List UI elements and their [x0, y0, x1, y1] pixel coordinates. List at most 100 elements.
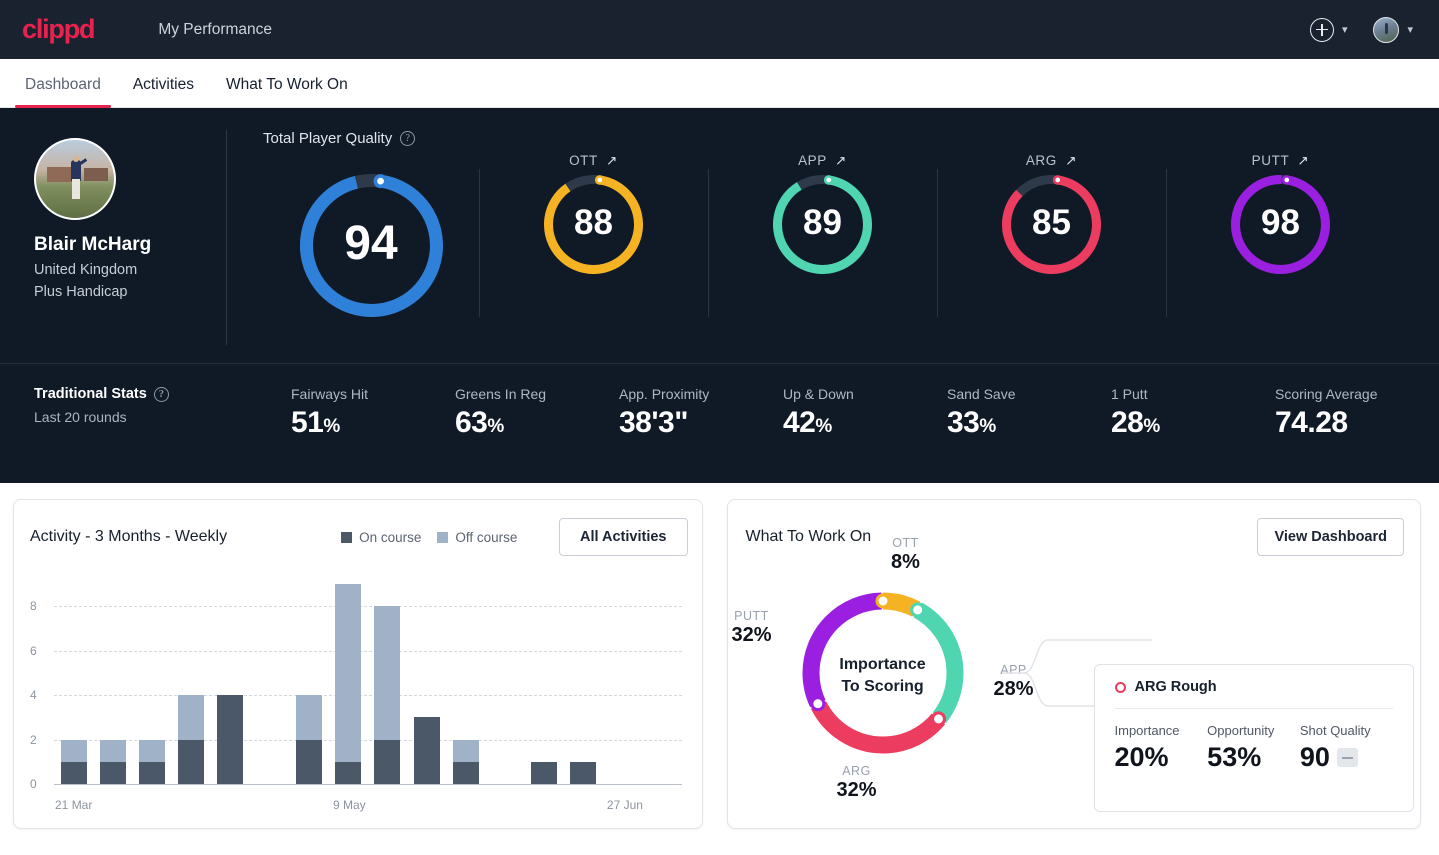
- detail-value-importance: 20%: [1114, 742, 1169, 772]
- detail-header-importance: Importance: [1114, 723, 1180, 738]
- legend-off-course: Off course: [437, 530, 517, 545]
- bar-slot[interactable]: [485, 574, 524, 784]
- stat-name: Fairways Hit: [291, 386, 369, 402]
- gauge-putt[interactable]: PUTT ↗ 98: [1166, 153, 1395, 317]
- bar-segment-on-course: [531, 761, 558, 784]
- donut-handle-app[interactable]: [909, 602, 925, 618]
- tab-activities[interactable]: Activities: [117, 76, 210, 107]
- bar-segment-off-course: [139, 739, 166, 762]
- y-axis-tick: 2: [30, 732, 37, 747]
- gauge-arg[interactable]: ARG ↗ 85: [937, 153, 1166, 317]
- detail-value-shot-quality: 90: [1299, 742, 1330, 772]
- legend-on-course: On course: [341, 530, 421, 545]
- stacked-bar[interactable]: [217, 695, 244, 784]
- bar-slot[interactable]: [603, 574, 642, 784]
- stacked-bar[interactable]: [531, 761, 558, 784]
- tab-dashboard[interactable]: Dashboard: [9, 76, 117, 108]
- bar-slot[interactable]: [289, 574, 328, 784]
- bar-slot[interactable]: [368, 574, 407, 784]
- bar-segment-off-course: [452, 739, 479, 762]
- donut-label-key: PUTT: [734, 609, 769, 623]
- stat-item: 1 Putt 28%: [1111, 386, 1275, 440]
- donut-label-value: 8%: [891, 551, 920, 573]
- bar-slot[interactable]: [93, 574, 132, 784]
- stacked-bar[interactable]: [60, 739, 87, 784]
- activity-bar-chart[interactable]: 0 2 4 6 8 21 Mar 9 May 27 Jun: [30, 574, 688, 824]
- stat-item: Greens In Reg 63%: [455, 386, 619, 440]
- what-to-work-on-card: What To Work On View Dashboard Importanc…: [726, 499, 1421, 829]
- bar-slot[interactable]: [642, 574, 681, 784]
- player-avatar[interactable]: [34, 138, 116, 220]
- gauge-value: 94: [344, 216, 398, 270]
- chevron-down-icon-add[interactable]: ▾: [1342, 23, 1348, 36]
- bar-slot[interactable]: [211, 574, 250, 784]
- bar-slot[interactable]: [172, 574, 211, 784]
- gauge-total[interactable]: 94: [263, 153, 479, 317]
- view-dashboard-button[interactable]: View Dashboard: [1257, 518, 1404, 556]
- gauge-app[interactable]: APP ↗ 89: [708, 153, 937, 317]
- bar-group: [54, 574, 682, 784]
- detail-card[interactable]: ARG Rough Importance 20% Opportunity 53%…: [1093, 664, 1414, 812]
- bar-slot[interactable]: [54, 574, 93, 784]
- detail-header-opportunity: Opportunity: [1207, 723, 1275, 738]
- traditional-stats-list: Fairways Hit 51% Greens In Reg 63% App. Prox…: [291, 386, 1439, 440]
- stacked-bar[interactable]: [99, 739, 126, 784]
- bar-segment-on-course: [335, 761, 362, 784]
- question-mark-icon-stats[interactable]: ?: [153, 386, 169, 402]
- all-activities-button[interactable]: All Activities: [559, 518, 688, 556]
- trend-up-icon: ↗: [835, 153, 847, 168]
- bar-segment-off-course: [99, 739, 126, 762]
- bar-segment-off-course: [374, 606, 401, 740]
- stat-item: Up & Down 42%: [783, 386, 947, 440]
- detail-value-opportunity: 53%: [1207, 742, 1262, 772]
- bar-slot[interactable]: [525, 574, 564, 784]
- bar-slot[interactable]: [132, 574, 171, 784]
- x-axis-tick: 27 Jun: [606, 798, 643, 812]
- stacked-bar[interactable]: [139, 739, 166, 784]
- donut-label-key: ARG: [842, 764, 871, 778]
- gauge-label: OTT ↗: [569, 153, 618, 168]
- app-title: My Performance: [158, 20, 273, 38]
- donut-label-value: 32%: [731, 624, 772, 646]
- stat-name: 1 Putt: [1111, 386, 1148, 402]
- avatar[interactable]: [1373, 16, 1400, 43]
- chevron-down-icon-profile[interactable]: ▾: [1407, 23, 1413, 36]
- bar-slot[interactable]: [407, 574, 446, 784]
- gauge-ott[interactable]: OTT ↗ 88: [479, 153, 708, 317]
- gauge-label: ARG ↗: [1025, 153, 1078, 168]
- stacked-bar[interactable]: [374, 606, 401, 784]
- player-profile: Blair McHarg United Kingdom Plus Handica…: [0, 108, 226, 363]
- bar-slot[interactable]: [329, 574, 368, 784]
- donut-center-line2: To Scoring: [841, 677, 924, 695]
- bar-segment-on-course: [178, 739, 205, 784]
- bar-segment-on-course: [452, 761, 479, 784]
- bottom-cards: Activity - 3 Months - Weekly On course O…: [0, 483, 1439, 829]
- question-mark-icon[interactable]: ?: [400, 131, 416, 146]
- donut-handle-arg[interactable]: [930, 711, 946, 727]
- stacked-bar[interactable]: [295, 695, 322, 784]
- bar-slot[interactable]: [250, 574, 289, 784]
- stacked-bar[interactable]: [335, 584, 362, 784]
- stacked-bar[interactable]: [452, 739, 479, 784]
- gauge-value: 89: [803, 202, 842, 242]
- gauge-value: 85: [1032, 202, 1071, 242]
- tab-what-to-work-on[interactable]: What To Work On: [210, 76, 364, 107]
- bar-slot[interactable]: [446, 574, 485, 784]
- player-country: United Kingdom: [34, 262, 138, 278]
- donut-handle-putt[interactable]: [809, 696, 825, 712]
- gauge-value: 88: [574, 202, 613, 242]
- detail-divider: [1114, 708, 1393, 709]
- donut-handle-ott[interactable]: [875, 593, 890, 609]
- player-handicap: Plus Handicap: [34, 284, 128, 300]
- app-logo[interactable]: clippd: [22, 14, 96, 45]
- stacked-bar[interactable]: [570, 761, 597, 784]
- plus-circle-icon[interactable]: [1309, 17, 1334, 42]
- stat-value: 63%: [455, 406, 504, 439]
- stacked-bar[interactable]: [413, 717, 440, 784]
- importance-donut-chart[interactable]: Importance To Scoring OTT 8% APP 28% ARG 32% PUT…: [731, 536, 1152, 801]
- wtwo-card-title: What To Work On: [745, 528, 872, 545]
- bar-slot[interactable]: [564, 574, 603, 784]
- bar-segment-on-course: [60, 761, 87, 784]
- gauge-value: 98: [1261, 202, 1300, 242]
- stacked-bar[interactable]: [178, 695, 205, 784]
